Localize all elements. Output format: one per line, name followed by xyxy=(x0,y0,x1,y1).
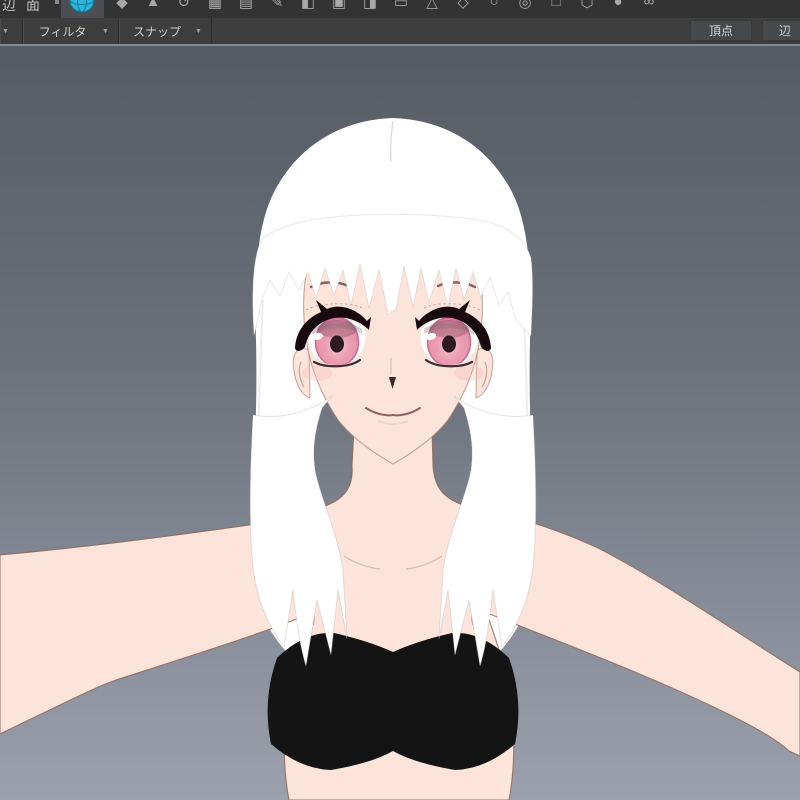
application-window: 辺 面 ◆ ▲ ↺ ▦ ▤ ✎ ◧ ▣ ◨ ▭ △ ◇ ○ ◎ □ ⬡ ● ∞ ▼ フィルタ ▼ スナップ ▼ 頂… xyxy=(0,0,800,800)
blush-right xyxy=(454,365,484,381)
blush-left xyxy=(302,365,332,381)
character-model xyxy=(0,118,800,800)
pupil xyxy=(330,335,344,353)
3d-viewport[interactable] xyxy=(0,46,800,800)
